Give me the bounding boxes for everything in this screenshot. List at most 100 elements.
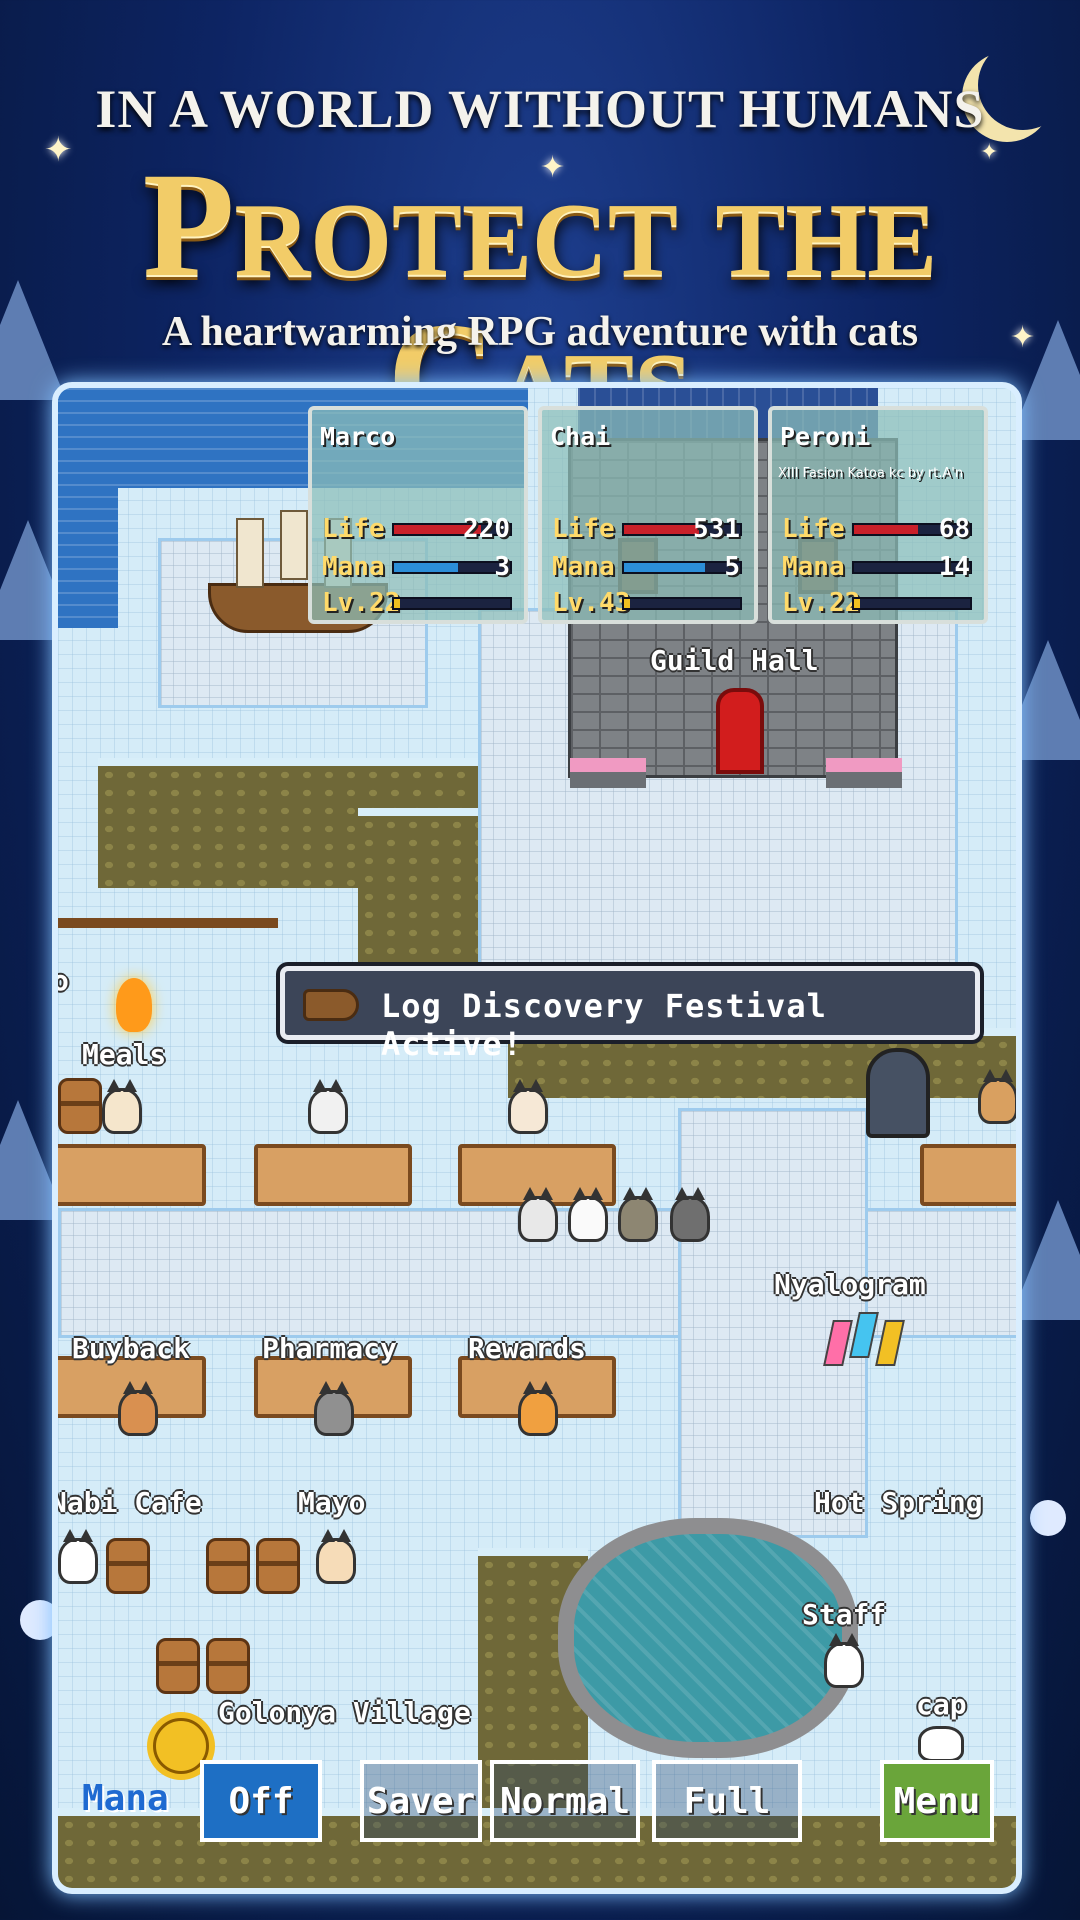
level-stat: Lv.43 [552, 588, 746, 618]
food-counter [254, 1144, 412, 1206]
party-panel-marco[interactable]: Marco Life 220 Mana 3 Lv.22 [308, 406, 528, 624]
party-panel-chai[interactable]: Chai Life 531 Mana 5 Lv.43 [538, 406, 758, 624]
mayo-label[interactable]: Mayo [298, 1486, 365, 1519]
life-stat: Life 531 [552, 514, 746, 544]
party-member-name: Peroni [780, 422, 871, 451]
guild-hall-label: Guild Hall [650, 644, 819, 677]
shopkeeper-cat[interactable] [518, 1381, 558, 1436]
hot-spring-label[interactable]: Hot Spring [814, 1486, 983, 1519]
shopkeeper-cat[interactable] [118, 1381, 158, 1436]
flower-box [570, 758, 646, 788]
mana-value: 5 [724, 552, 740, 582]
rewards-label[interactable]: Rewards [468, 1332, 586, 1365]
food-counter [58, 1144, 206, 1206]
flower-box [826, 758, 902, 788]
life-stat: Life 68 [782, 514, 976, 544]
log-icon [303, 989, 359, 1021]
log-quest-sign[interactable] [866, 1048, 930, 1138]
cooking-rack [58, 918, 278, 928]
ship-sail [280, 510, 308, 580]
mana-normal-button[interactable]: Normal [490, 1760, 640, 1842]
snow-clump [1030, 1500, 1066, 1536]
nyalogram-label: Nyalogram [774, 1268, 926, 1301]
partial-label: o [52, 964, 69, 997]
pharmacy-label[interactable]: Pharmacy [262, 1332, 397, 1365]
mana-bar-fill [394, 563, 458, 572]
mana-value: 14 [938, 552, 970, 582]
level-label: Lv.22 [322, 588, 401, 618]
life-label: Life [782, 514, 845, 544]
exp-bar [852, 597, 972, 610]
party-cat[interactable] [670, 1187, 710, 1242]
meals-label: Meals [82, 1038, 167, 1071]
party-cat[interactable] [568, 1187, 608, 1242]
cat-npc[interactable] [58, 1529, 98, 1584]
barrel [256, 1538, 300, 1594]
exp-bar-fill [624, 599, 630, 608]
life-bar-fill [624, 525, 700, 534]
mana-label: Mana [322, 552, 385, 582]
buyback-label[interactable]: Buyback [72, 1332, 190, 1365]
water-area [58, 388, 118, 628]
cat-npc[interactable] [978, 1069, 1016, 1124]
barrel [58, 1078, 102, 1134]
hot-spring-pool[interactable] [558, 1518, 858, 1758]
barrel [156, 1638, 200, 1694]
campfire[interactable] [116, 978, 152, 1032]
mana-stat: Mana 14 [782, 552, 976, 582]
mana-full-button[interactable]: Full [652, 1760, 802, 1842]
game-screen[interactable]: Guild Hall Marco Life 220 Mana 3 Lv.22 C… [52, 382, 1022, 1894]
shop-counter [920, 1144, 1016, 1206]
exp-bar [392, 597, 512, 610]
mana-label: Mana [552, 552, 615, 582]
life-label: Life [322, 514, 385, 544]
life-bar-fill [854, 525, 918, 534]
exp-bar [622, 597, 742, 610]
ship-sail [236, 518, 264, 588]
party-member-name: Marco [320, 422, 396, 451]
mana-saver-button[interactable]: Saver [360, 1760, 482, 1842]
staff-cat[interactable] [824, 1633, 864, 1688]
mana-label: Mana [782, 552, 845, 582]
exp-bar-fill [854, 599, 860, 608]
party-cat[interactable] [518, 1187, 558, 1242]
mana-stat: Mana 5 [552, 552, 746, 582]
cap-label: cap [916, 1688, 967, 1721]
barrel [206, 1538, 250, 1594]
mana-value: 3 [494, 552, 510, 582]
exp-bar-fill [394, 599, 400, 608]
party-cat[interactable] [618, 1187, 658, 1242]
party-member-subtitle: XIII Fasion Katoa kc by rt.A'n [778, 466, 964, 481]
level-label: Lv.22 [782, 588, 861, 618]
menu-button[interactable]: Menu [880, 1760, 994, 1842]
level-stat: Lv.22 [782, 588, 976, 618]
party-panel-peroni[interactable]: Peroni XIII Fasion Katoa kc by rt.A'n Li… [768, 406, 988, 624]
cat-npc[interactable] [508, 1079, 548, 1134]
staff-label: Staff [802, 1598, 887, 1631]
village-name: Golonya Village [218, 1696, 471, 1729]
barrel [106, 1538, 150, 1594]
life-value: 531 [693, 514, 740, 544]
level-stat: Lv.22 [322, 588, 516, 618]
life-value: 220 [463, 514, 510, 544]
event-banner[interactable]: Log Discovery Festival Active! [280, 966, 980, 1063]
party-member-name: Chai [550, 422, 611, 451]
life-label: Life [552, 514, 615, 544]
promo-headline: IN A WORLD WITHOUT HUMANS [95, 79, 985, 139]
cap-cat-icon[interactable] [918, 1726, 964, 1762]
mana-bar-fill [624, 563, 706, 572]
shopkeeper-cat[interactable] [314, 1381, 354, 1436]
mana-mode-label: Mana [82, 1778, 169, 1819]
mana-stat: Mana 3 [322, 552, 516, 582]
mana-off-button[interactable]: Off [200, 1760, 322, 1842]
mayo-cat[interactable] [316, 1529, 356, 1584]
life-stat: Life 220 [322, 514, 516, 544]
guild-hall-door[interactable] [716, 688, 764, 774]
barrel [206, 1638, 250, 1694]
nabi-cafe-label[interactable]: Nabi Cafe [58, 1486, 202, 1519]
cat-npc[interactable] [102, 1079, 142, 1134]
life-value: 68 [938, 514, 970, 544]
cat-npc[interactable] [308, 1079, 348, 1134]
level-label: Lv.43 [552, 588, 631, 618]
promo-subtitle: A heartwarming RPG adventure with cats [161, 309, 919, 355]
